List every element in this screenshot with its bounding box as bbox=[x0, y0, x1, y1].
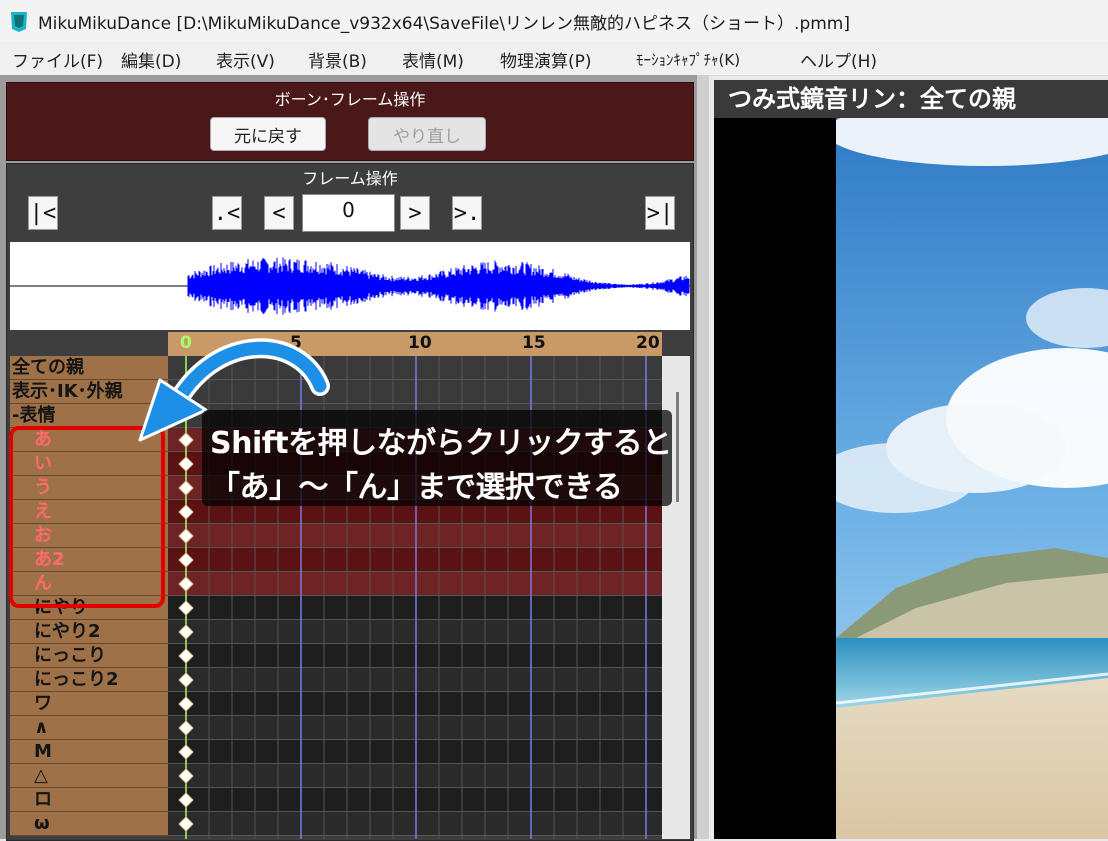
audio-waveform bbox=[10, 242, 690, 330]
timeline-row-label[interactable]: M bbox=[10, 740, 168, 764]
menu-motion-capture[interactable]: ﾓｰｼｮﾝｷｬﾌﾟﾁｬ(K) bbox=[636, 49, 740, 70]
timeline-row-label[interactable]: ワ bbox=[10, 692, 168, 716]
menu-background[interactable]: 背景(B) bbox=[308, 47, 367, 72]
annotation-line-1: Shiftを押しながらクリックすると bbox=[210, 426, 672, 461]
beach-scene-image bbox=[836, 118, 1108, 839]
annotation-line-2: 「あ」～「ん」まで選択できる bbox=[210, 470, 623, 505]
timeline-row-track bbox=[168, 620, 662, 644]
bone-frame-panel: ボーン･フレーム操作 bbox=[6, 82, 694, 161]
frame-number-input[interactable]: 0 bbox=[302, 194, 395, 232]
menu-expression[interactable]: 表情(M) bbox=[402, 47, 464, 72]
menu-view[interactable]: 表示(V) bbox=[216, 47, 275, 72]
app-icon bbox=[11, 12, 27, 32]
model-view-title: つみ式鏡音リン：全ての親 bbox=[714, 80, 1108, 118]
menu-physics[interactable]: 物理演算(P) bbox=[500, 47, 592, 72]
menu-bar: ファイル(F) 編集(D) 表示(V) 背景(B) 表情(M) 物理演算(P) … bbox=[0, 41, 1108, 76]
menu-file[interactable]: ファイル(F) bbox=[12, 47, 103, 72]
timeline-row-track bbox=[168, 668, 662, 692]
timeline-row-label[interactable]: ∧ bbox=[10, 716, 168, 740]
timeline-row-track bbox=[168, 740, 662, 764]
timeline-row-label[interactable]: にっこり bbox=[10, 644, 168, 668]
timeline-row-track bbox=[168, 572, 662, 596]
timeline-row-track bbox=[168, 524, 662, 548]
timeline-row-track bbox=[168, 596, 662, 620]
menu-edit[interactable]: 編集(D) bbox=[121, 47, 181, 72]
first-frame-button[interactable]: |< bbox=[28, 196, 58, 230]
timeline-row-track bbox=[168, 548, 662, 572]
prev-frame-button[interactable]: < bbox=[264, 196, 294, 230]
tick-label: 15 bbox=[522, 333, 546, 353]
timeline-row-label[interactable]: ω bbox=[10, 812, 168, 836]
next-frame-button[interactable]: > bbox=[400, 196, 430, 230]
timeline-row-track bbox=[168, 644, 662, 668]
timeline-row-label[interactable]: にやり2 bbox=[10, 620, 168, 644]
tick-label: 10 bbox=[408, 333, 432, 353]
frame-panel-title: フレーム操作 bbox=[302, 169, 398, 188]
last-frame-button[interactable]: >| bbox=[645, 196, 675, 230]
timeline-row-track bbox=[168, 788, 662, 812]
timeline-row-label[interactable]: にっこり2 bbox=[10, 668, 168, 692]
timeline-scroll-thumb[interactable] bbox=[676, 392, 679, 502]
tick-label: 20 bbox=[636, 333, 660, 353]
selection-highlight-box bbox=[9, 426, 165, 608]
bone-frame-title: ボーン･フレーム操作 bbox=[274, 90, 426, 109]
prev-keyframe-button[interactable]: .< bbox=[212, 196, 242, 230]
timeline-row-label[interactable]: ロ bbox=[10, 788, 168, 812]
timeline-row-track bbox=[168, 812, 662, 836]
window-title: MikuMikuDance [D:\MikuMikuDance_v932x64\… bbox=[38, 14, 850, 34]
redo-button[interactable]: やり直し bbox=[368, 117, 486, 151]
timeline-row-track bbox=[168, 692, 662, 716]
panel-splitter[interactable] bbox=[697, 75, 709, 839]
menu-help[interactable]: ヘルプ(H) bbox=[800, 47, 877, 72]
undo-button[interactable]: 元に戻す bbox=[210, 117, 326, 151]
timeline-row-track bbox=[168, 764, 662, 788]
next-keyframe-button[interactable]: >. bbox=[452, 196, 482, 230]
title-bar: MikuMikuDance [D:\MikuMikuDance_v932x64\… bbox=[0, 0, 1108, 41]
timeline-row-label[interactable]: △ bbox=[10, 764, 168, 788]
timeline-row-track bbox=[168, 716, 662, 740]
